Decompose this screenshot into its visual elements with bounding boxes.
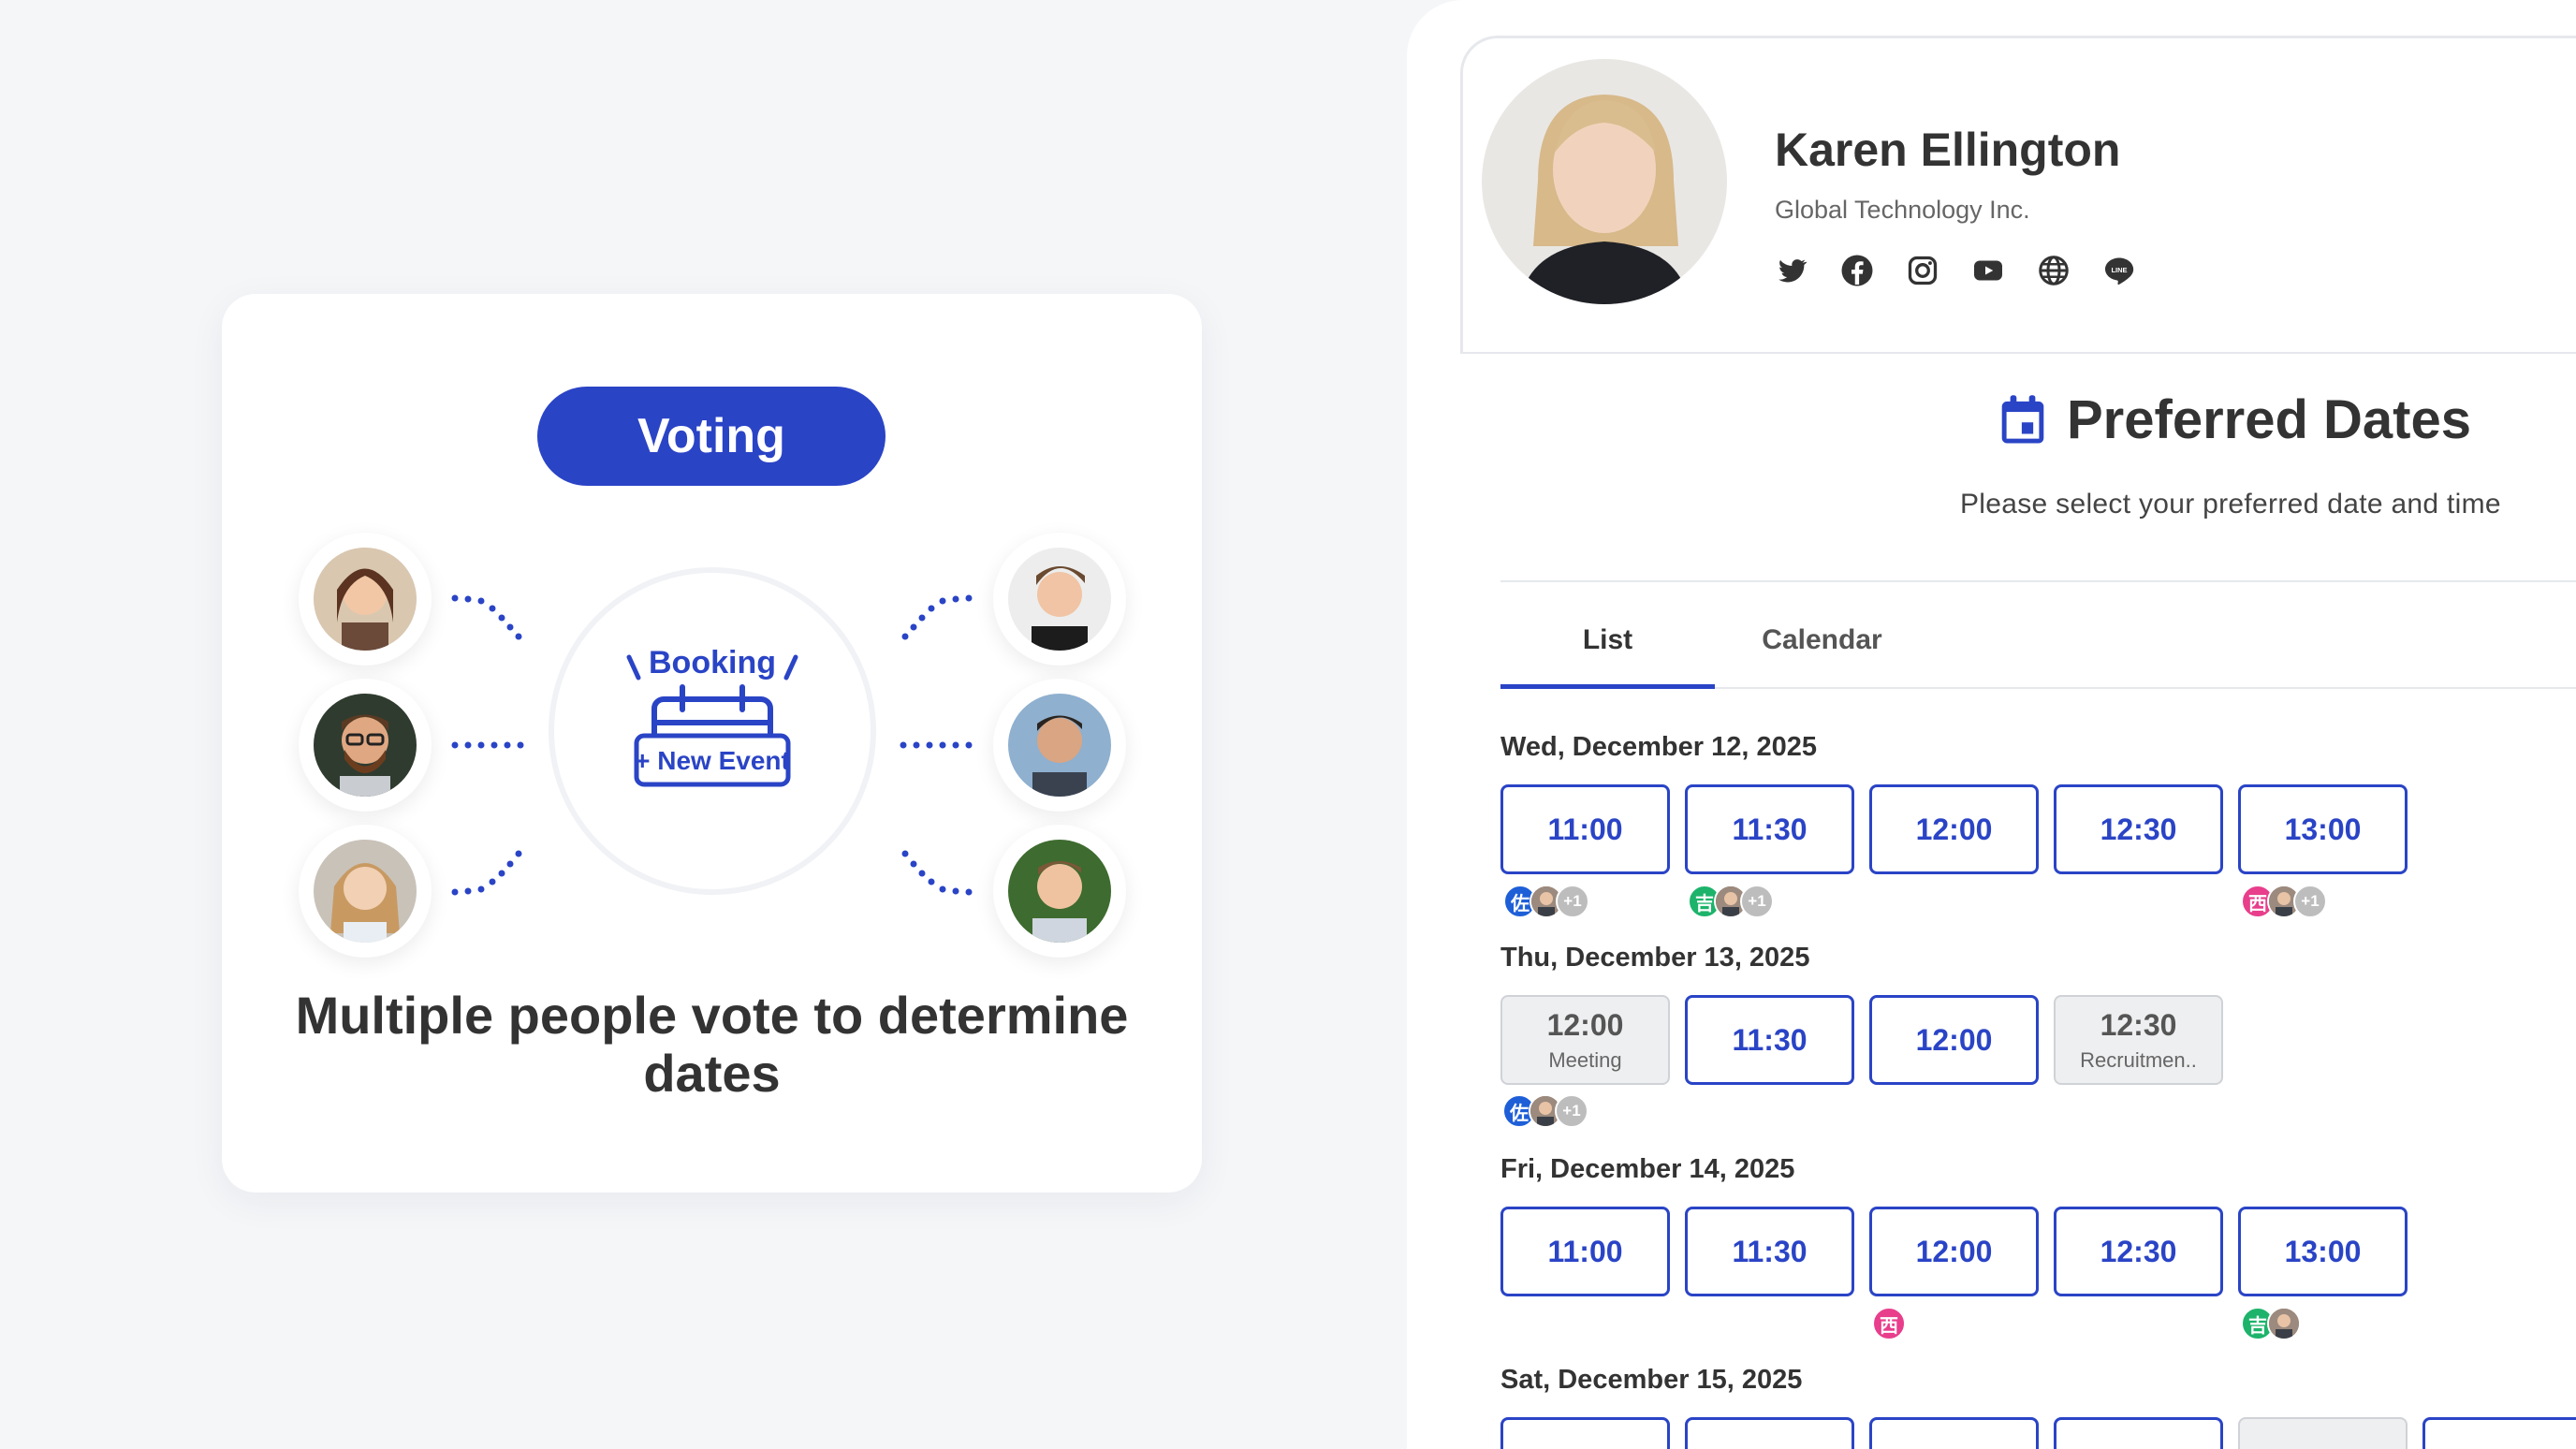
time-slot-button[interactable] [1869,1417,2039,1449]
voter-more-badge: +1 [1555,1094,1588,1128]
profile-card: Karen Ellington Global Technology Inc. L… [1460,36,2576,354]
slot-time: 11:30 [1732,1022,1808,1057]
date-label: Fri, December 14, 2025 [1500,1154,1795,1184]
slot-note: Recruitmen.. [2080,1047,2197,1072]
slot-time: 11:00 [1547,1234,1623,1268]
voter-more-badge: +1 [1740,885,1774,918]
slot-time: 12:00 [1915,1022,1993,1057]
page-title: Preferred Dates [2067,389,2471,450]
slot-voters: 西 +1 [2241,885,2327,918]
time-slot-row: 11:00 11:30 12:00 西 12:30 13:00 吉 [1500,1207,2408,1340]
slot-voters: 吉 [2241,1307,2301,1340]
time-slot-button[interactable]: 12:00 [1869,995,2039,1085]
profile-name: Karen Ellington [1775,124,2121,176]
view-tabs: List Calendar [1500,613,2576,689]
slot-voters: 西 [1872,1307,1906,1340]
slot-time: 12:30 [2100,812,2177,846]
time-slot-button[interactable]: 11:00 佐 +1 [1500,784,1670,918]
booking-label: Booking [649,645,776,681]
instagram-icon[interactable] [1906,254,1939,287]
divider [1500,580,2576,582]
time-slot-row: 12:00 Meeting 佐 +1 11:30 12:00 12:30 Recruitmen… [1500,995,2223,1128]
slot-time: 12:30 [2100,1007,2177,1042]
promo-caption: Multiple people vote to determine dates [295,986,1129,1103]
slot-time: 12:00 [1546,1007,1624,1042]
page-subtitle: Please select your preferred date and ti… [1960,489,2501,520]
voter-more-badge: +1 [2293,885,2327,918]
facebook-icon[interactable] [1840,254,1874,287]
tab-list[interactable]: List [1500,613,1715,689]
time-slot-row: 11:00 佐 +1 11:30 吉 +1 12:00 12:30 13:00 西 +1 [1500,784,2408,918]
time-slot-button[interactable]: 11:30 [1685,995,1854,1085]
slot-voters: 佐 +1 [1502,1094,1588,1128]
voter-more-badge: +1 [1556,885,1589,918]
time-slot-button[interactable] [2422,1417,2576,1449]
slot-time: 13:00 [2284,812,2362,846]
promo-card: Voting Booking + New Event Multiple peop… [222,294,1202,1193]
profile-avatar [1482,59,1727,304]
time-slot-button[interactable] [1685,1417,1854,1449]
slot-time: 13:00 [2285,1445,2362,1449]
calendar-icon [2001,394,2044,444]
slot-time: 11:30 [1732,1234,1808,1268]
time-slot-button[interactable] [1500,1417,1670,1449]
line-icon[interactable]: LINE [2102,254,2136,287]
voter-initial-avatar: 西 [1872,1307,1906,1340]
time-slot-button[interactable]: 12:00 西 [1869,1207,2039,1340]
date-label: Thu, December 13, 2025 [1500,943,1810,973]
time-slot-busy: 13:00 [2238,1417,2408,1449]
slot-time: 12:00 [1915,812,1993,846]
slot-time: 11:00 [1547,812,1623,846]
voter-avatar [299,679,432,812]
youtube-icon[interactable] [1971,254,2005,287]
slot-voters: 佐 +1 [1503,885,1589,918]
new-event-label: + New Event [635,746,790,775]
time-slot-button[interactable]: 13:00 吉 [2238,1207,2408,1340]
time-slot-row: 13:00 [1500,1417,2576,1449]
date-label: Wed, December 12, 2025 [1500,732,1817,762]
time-slot-button[interactable] [2054,1417,2223,1449]
voter-avatar [299,825,432,958]
slot-time: 12:30 [2100,1234,2177,1268]
time-slot-button[interactable]: 11:00 [1500,1207,1670,1296]
slot-time: 13:00 [2284,1234,2362,1268]
date-label: Sat, December 15, 2025 [1500,1365,1803,1395]
voter-photo-avatar [2267,1307,2301,1340]
slot-voters: 吉 +1 [1688,885,1774,918]
voter-avatar [993,533,1126,666]
slot-time: 11:30 [1732,812,1808,846]
booking-illustration: Booking + New Event [549,567,876,895]
twitter-icon[interactable] [1775,254,1808,287]
time-slot-busy: 12:00 Meeting 佐 +1 [1500,995,1670,1128]
time-slot-button[interactable]: 13:00 西 +1 [2238,784,2408,918]
social-links: LINE [1775,254,2136,287]
tab-calendar[interactable]: Calendar [1715,613,1929,689]
svg-text:LINE: LINE [2111,266,2127,274]
time-slot-busy: 12:30 Recruitmen.. [2054,995,2223,1085]
time-slot-button[interactable]: 12:30 [2054,1207,2223,1296]
voter-avatar [993,825,1126,958]
profile-company: Global Technology Inc. [1775,196,2030,224]
globe-icon[interactable] [2037,254,2071,287]
time-slot-button[interactable]: 11:30 [1685,1207,1854,1296]
slot-time: 12:00 [1915,1234,1993,1268]
voter-avatar [299,533,432,666]
time-slot-button[interactable]: 11:30 吉 +1 [1685,784,1854,918]
time-slot-button[interactable]: 12:30 [2054,784,2223,874]
voter-avatar [993,679,1126,812]
time-slot-button[interactable]: 12:00 [1869,784,2039,874]
slot-note: Meeting [1548,1047,1622,1072]
preferred-dates-header: Preferred Dates [1998,388,2471,451]
